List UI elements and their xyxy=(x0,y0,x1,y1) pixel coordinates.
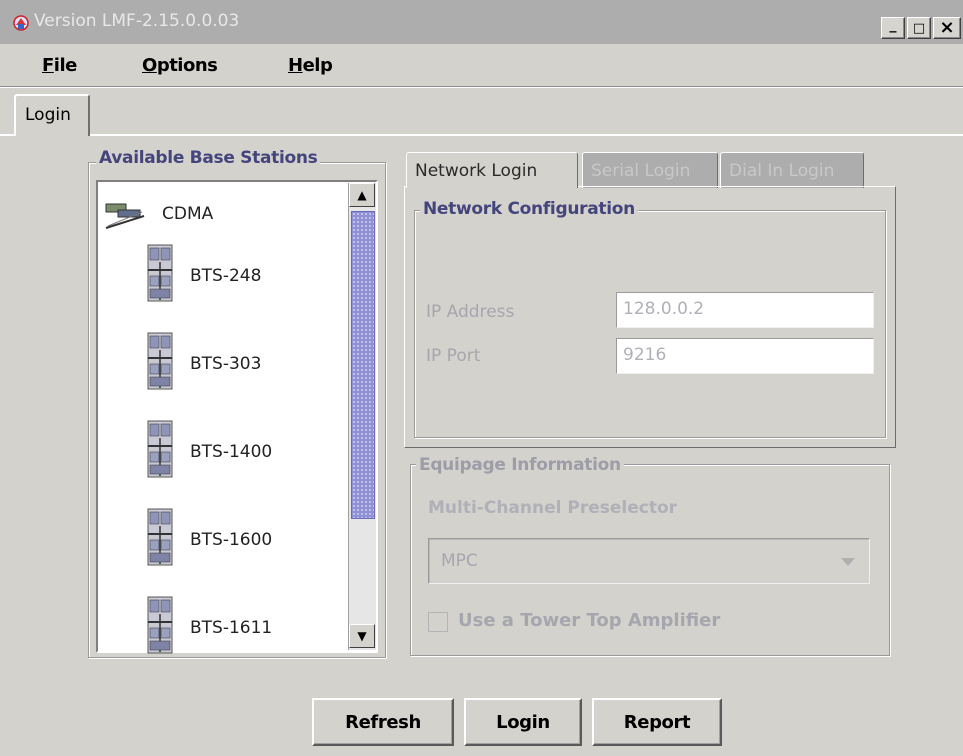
equipage-title: Equipage Information xyxy=(416,455,624,475)
tab-serial-login-label: Serial Login xyxy=(591,161,691,181)
login-button-label: Login xyxy=(496,711,550,733)
bts-cabinet-icon xyxy=(147,420,173,478)
window-title: Version LMF-2.15.0.0.03 xyxy=(34,11,240,31)
menu-file[interactable]: File xyxy=(42,55,77,76)
menu-file-label: ile xyxy=(53,55,78,76)
bts-cabinet-icon xyxy=(147,244,173,302)
menu-bar: File Options Help xyxy=(0,44,963,88)
menu-options-mnemonic: O xyxy=(142,55,157,76)
scroll-thumb[interactable] xyxy=(351,211,375,519)
tree-label-bts: BTS-1600 xyxy=(190,530,273,550)
tree-item-bts[interactable]: BTS-1611 xyxy=(142,596,332,660)
tower-top-amplifier-label: Use a Tower Top Amplifier xyxy=(458,610,721,631)
tree-label-cdma: CDMA xyxy=(162,204,214,224)
minimize-button[interactable]: _ xyxy=(881,17,905,39)
minimize-icon: _ xyxy=(889,17,897,33)
refresh-button[interactable]: Refresh xyxy=(312,698,454,746)
scroll-up-button[interactable]: ▲ xyxy=(349,183,375,207)
tab-network-login[interactable]: Network Login xyxy=(406,152,578,188)
bts-cabinet-icon xyxy=(147,332,173,390)
cdma-network-icon xyxy=(105,203,145,229)
mpc-selected-value: MPC xyxy=(441,551,478,571)
bts-cabinet-icon xyxy=(147,596,173,654)
login-button[interactable]: Login xyxy=(464,698,582,746)
base-stations-title: Available Base Stations xyxy=(96,148,321,168)
tab-dial-in-login-label: Dial In Login xyxy=(729,161,835,181)
network-config-title: Network Configuration xyxy=(420,199,638,219)
menu-help-label: elp xyxy=(302,55,333,76)
ip-port-field[interactable]: 9216 xyxy=(616,338,874,374)
bts-cabinet-icon xyxy=(147,508,173,566)
menu-separator xyxy=(0,86,963,88)
maximize-icon: □ xyxy=(912,20,926,36)
close-button[interactable]: × xyxy=(933,17,961,39)
menu-file-mnemonic: F xyxy=(42,55,54,76)
tree-item-bts[interactable]: BTS-303 xyxy=(142,332,332,396)
menu-help[interactable]: Help xyxy=(288,55,333,76)
tab-dial-in-login[interactable]: Dial In Login xyxy=(720,152,864,188)
tree-label-bts: BTS-248 xyxy=(190,266,262,286)
menu-options-label: ptions xyxy=(156,55,218,76)
base-station-tree[interactable]: CDMA BTS-248 BTS-303 BTS-1400 BTS-1600 BTS-1… xyxy=(96,180,378,654)
menu-help-mnemonic: H xyxy=(288,55,303,76)
mpc-select[interactable]: MPC xyxy=(428,538,870,584)
report-button-label: Report xyxy=(623,711,691,733)
tree-label-bts: BTS-1400 xyxy=(190,442,273,462)
tab-login[interactable]: Login xyxy=(14,94,90,136)
tree-item-cdma[interactable]: CDMA xyxy=(104,196,334,236)
mpc-label: Multi-Channel Preselector xyxy=(428,498,678,518)
tree-item-bts[interactable]: BTS-1600 xyxy=(142,508,332,572)
refresh-button-label: Refresh xyxy=(345,711,421,733)
ip-address-field[interactable]: 128.0.0.2 xyxy=(616,292,874,328)
tab-login-label: Login xyxy=(25,105,71,125)
tree-item-bts[interactable]: BTS-1400 xyxy=(142,420,332,484)
tree-label-bts: BTS-303 xyxy=(190,354,262,374)
tree-item-bts[interactable]: BTS-248 xyxy=(142,244,332,308)
arrow-down-icon: ▼ xyxy=(357,629,367,643)
menu-options[interactable]: Options xyxy=(142,55,218,76)
ip-address-label: IP Address xyxy=(426,302,515,322)
chevron-down-icon xyxy=(841,558,855,566)
ip-port-label: IP Port xyxy=(426,346,481,366)
arrow-up-icon: ▲ xyxy=(357,188,367,202)
report-button[interactable]: Report xyxy=(592,698,722,746)
tower-top-amplifier-checkbox[interactable] xyxy=(428,612,448,632)
tab-serial-login[interactable]: Serial Login xyxy=(582,152,718,188)
tree-scrollbar[interactable]: ▲ ▼ xyxy=(348,183,376,650)
scroll-down-button[interactable]: ▼ xyxy=(349,624,375,648)
close-icon: × xyxy=(939,17,955,38)
tab-network-login-label: Network Login xyxy=(415,161,538,181)
app-icon xyxy=(13,15,29,31)
tree-label-bts: BTS-1611 xyxy=(190,618,273,638)
maximize-button[interactable]: □ xyxy=(907,17,931,39)
tab-panel-border xyxy=(0,134,963,136)
title-bar: Version LMF-2.15.0.0.03 _ □ × xyxy=(0,0,963,44)
